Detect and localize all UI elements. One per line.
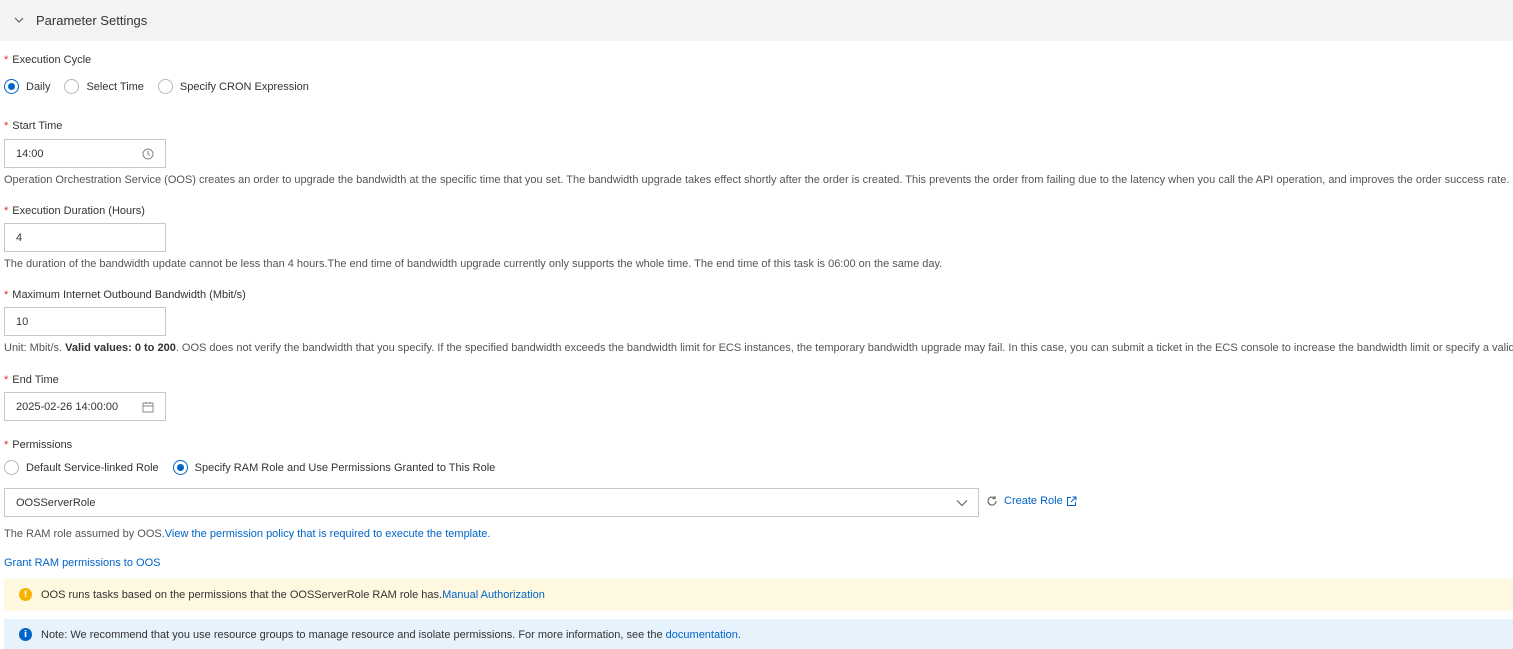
- radio-circle[interactable]: [64, 79, 80, 94]
- end-time-label: * End Time: [4, 374, 59, 386]
- start-time-value: 14:00: [16, 147, 44, 160]
- create-role-link[interactable]: Create Role: [986, 495, 1077, 507]
- info-alert: i Note: We recommend that you use resour…: [4, 619, 1513, 649]
- parameter-settings-header[interactable]: Parameter Settings: [0, 0, 1513, 41]
- radio-circle[interactable]: [4, 460, 19, 475]
- execution-cycle-label: * Execution Cycle: [4, 54, 92, 66]
- execution-duration-input[interactable]: 4: [4, 223, 166, 252]
- documentation-link[interactable]: documentation: [666, 629, 738, 641]
- clock-icon: [142, 148, 154, 160]
- max-bandwidth-input[interactable]: 10: [4, 307, 166, 336]
- end-time-value: 2025-02-26 14:00:00: [16, 400, 119, 413]
- execution-cycle-radio-group: Daily Select Time Specify CRON Expressio…: [4, 79, 323, 94]
- execution-duration-help: The duration of the bandwidth update can…: [4, 258, 943, 270]
- grant-ram-permissions-link[interactable]: Grant RAM permissions to OOS: [4, 557, 161, 569]
- ram-role-select[interactable]: OOSServerRole: [4, 488, 979, 517]
- manual-authorization-link[interactable]: Manual Authorization: [442, 589, 545, 601]
- permission-policy-link[interactable]: View the permission policy that is requi…: [165, 528, 491, 540]
- execution-duration-value: 4: [16, 231, 23, 244]
- ram-role-help: The RAM role assumed by OOS.View the per…: [4, 528, 491, 540]
- chevron-down-icon[interactable]: [956, 498, 968, 508]
- radio-select-time[interactable]: Select Time: [64, 79, 144, 94]
- start-time-label: * Start Time: [4, 120, 63, 132]
- ram-role-value: OOSServerRole: [16, 496, 96, 509]
- radio-circle[interactable]: [157, 79, 173, 94]
- max-bandwidth-label: * Maximum Internet Outbound Bandwidth (Mb…: [4, 289, 246, 301]
- radio-specify-ram-role[interactable]: Specify RAM Role and Use Permissions Gra…: [172, 460, 495, 475]
- section-title: Parameter Settings: [36, 13, 148, 28]
- radio-circle-selected[interactable]: [172, 460, 188, 475]
- start-time-help: Operation Orchestration Service (OOS) cr…: [4, 174, 1510, 186]
- calendar-icon: [142, 402, 154, 413]
- info-icon: i: [19, 628, 32, 641]
- external-link-icon: [1066, 496, 1077, 506]
- execution-duration-label: * Execution Duration (Hours): [4, 205, 145, 217]
- chevron-down-icon[interactable]: [13, 14, 25, 26]
- permissions-radio-group: Default Service-linked Role Specify RAM …: [4, 460, 509, 475]
- radio-daily[interactable]: Daily: [4, 79, 50, 94]
- radio-default-service-linked-role[interactable]: Default Service-linked Role: [4, 460, 159, 475]
- radio-circle-selected[interactable]: [4, 79, 19, 94]
- warning-alert: ! OOS runs tasks based on the permission…: [4, 579, 1513, 611]
- valid-values-text: Valid values: 0 to 200: [65, 342, 176, 354]
- start-time-picker[interactable]: 14:00: [4, 139, 166, 168]
- required-mark: *: [4, 54, 9, 66]
- end-time-picker[interactable]: 2025-02-26 14:00:00: [4, 392, 166, 421]
- warning-icon: !: [19, 588, 32, 601]
- max-bandwidth-help: Unit: Mbit/s. Valid values: 0 to 200. OO…: [4, 342, 1513, 354]
- radio-cron-expression[interactable]: Specify CRON Expression: [157, 79, 309, 94]
- max-bandwidth-value: 10: [16, 315, 29, 328]
- refresh-icon[interactable]: [986, 495, 998, 507]
- permissions-label: * Permissions: [4, 439, 73, 451]
